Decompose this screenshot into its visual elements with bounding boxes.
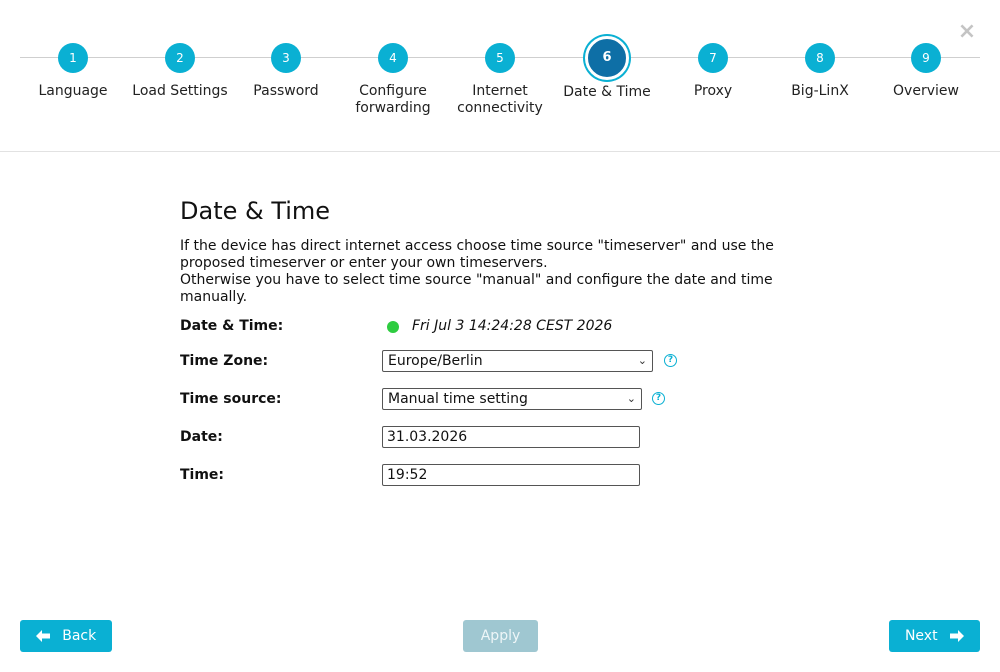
step-number: 9: [911, 43, 941, 73]
back-button[interactable]: Back: [20, 620, 112, 652]
step-label: Proxy: [693, 83, 733, 99]
step-number: 4: [378, 43, 408, 73]
page-title: Date & Time: [180, 197, 331, 225]
step-number: 7: [698, 43, 728, 73]
datetime-value: Fri Jul 3 14:24:28 CEST 2026: [412, 318, 613, 334]
next-label: Next: [904, 628, 938, 644]
timezone-label: Time Zone:: [180, 353, 269, 369]
help-icon[interactable]: ?: [664, 354, 677, 367]
step-label: Internet connectivity: [457, 83, 543, 116]
date-row: Date:: [180, 426, 740, 450]
description-line-2: Otherwise you have to select time source…: [180, 272, 773, 305]
arrow-left-icon: [35, 630, 50, 642]
step-language[interactable]: 1 Language: [18, 42, 128, 100]
step-number: 5: [485, 43, 515, 73]
apply-button[interactable]: Apply: [463, 620, 538, 652]
timezone-row: Time Zone: Europe/Berlin ⌄ ?: [180, 350, 740, 374]
back-label: Back: [62, 628, 97, 644]
time-label: Time:: [180, 467, 225, 483]
timesource-select[interactable]: Manual time setting ⌄: [382, 388, 642, 410]
step-label: Load Settings: [132, 83, 228, 99]
time-row: Time:: [180, 464, 740, 488]
chevron-down-icon: ⌄: [626, 392, 636, 405]
step-big-linx[interactable]: 8 Big-LinX: [765, 42, 875, 100]
step-configure-forwarding[interactable]: 4 Configure forwarding: [338, 42, 448, 117]
timezone-selected-value: Europe/Berlin: [388, 353, 483, 369]
arrow-right-icon: [950, 630, 965, 642]
timesource-selected-value: Manual time setting: [388, 391, 528, 407]
step-number: 6: [585, 36, 629, 80]
datetime-label: Date & Time:: [180, 318, 284, 334]
step-label: Overview: [893, 83, 959, 99]
date-input[interactable]: [382, 426, 640, 448]
timesource-row: Time source: Manual time setting ⌄ ?: [180, 388, 740, 412]
step-label: Date & Time: [563, 84, 651, 100]
chevron-down-icon: ⌄: [637, 354, 647, 367]
step-date-time[interactable]: 6 Date & Time: [552, 36, 662, 101]
step-number: 8: [805, 43, 835, 73]
wizard-stepper: 1 Language 2 Load Settings 3 Password 4 …: [0, 0, 1000, 152]
date-label: Date:: [180, 429, 223, 445]
description-line-1: If the device has direct internet access…: [180, 238, 774, 271]
step-label: Password: [253, 83, 319, 99]
apply-label: Apply: [480, 628, 521, 644]
timesource-label: Time source:: [180, 391, 282, 407]
status-dot-icon: [387, 321, 399, 333]
help-icon[interactable]: ?: [652, 392, 665, 405]
main-content: Date & Time If the device has direct int…: [180, 196, 840, 306]
step-proxy[interactable]: 7 Proxy: [658, 42, 768, 100]
step-internet-connectivity[interactable]: 5 Internet connectivity: [445, 42, 555, 117]
next-button[interactable]: Next: [889, 620, 980, 652]
step-number: 1: [58, 43, 88, 73]
time-input[interactable]: [382, 464, 640, 486]
step-load-settings[interactable]: 2 Load Settings: [125, 42, 235, 100]
step-label: Big-LinX: [791, 83, 849, 99]
datetime-row: Date & Time: Fri Jul 3 14:24:28 CEST 202…: [180, 315, 740, 339]
step-overview[interactable]: 9 Overview: [871, 42, 981, 100]
step-number: 3: [271, 43, 301, 73]
step-label: Language: [38, 83, 108, 99]
step-number: 2: [165, 43, 195, 73]
step-password[interactable]: 3 Password: [231, 42, 341, 100]
timezone-select[interactable]: Europe/Berlin ⌄: [382, 350, 653, 372]
step-label: Configure forwarding: [355, 83, 431, 116]
